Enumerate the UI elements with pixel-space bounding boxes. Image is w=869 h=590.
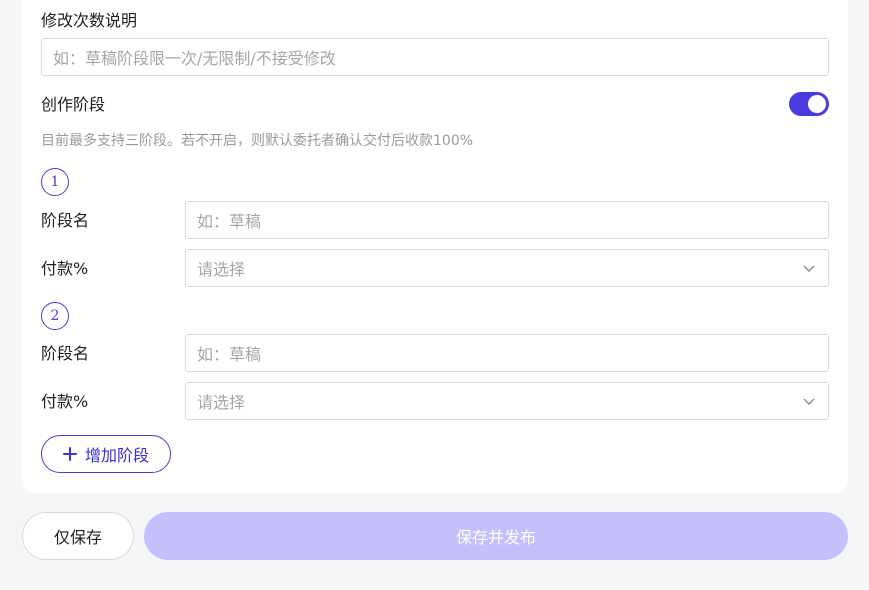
- revision-input[interactable]: 如：草稿阶段限一次/无限制/不接受修改: [41, 38, 829, 76]
- stage-2-payment-label: 付款%: [41, 392, 89, 411]
- save-and-publish-button[interactable]: 保存并发布: [144, 512, 848, 560]
- stage-1-name-input[interactable]: 如：草稿: [185, 201, 829, 239]
- stages-label: 创作阶段: [41, 95, 106, 114]
- stage-1-payment-label: 付款%: [41, 259, 89, 278]
- toggle-knob: [808, 95, 826, 113]
- chevron-down-icon: [803, 265, 815, 272]
- stage-2-payment-placeholder: 请选择: [197, 393, 246, 412]
- add-stage-button[interactable]: 增加阶段: [41, 435, 171, 473]
- stage-2-name-label: 阶段名: [41, 344, 90, 363]
- stage-2-name-placeholder: 如：草稿: [197, 345, 262, 364]
- save-only-button[interactable]: 仅保存: [22, 512, 134, 560]
- chevron-down-icon: [803, 398, 815, 405]
- stage-1-payment-select[interactable]: 请选择: [185, 249, 829, 287]
- form-card: 修改次数说明 如：草稿阶段限一次/无限制/不接受修改 创作阶段 目前最多支持三阶…: [22, 0, 848, 493]
- plus-icon: [62, 447, 77, 461]
- stage-1-name-placeholder: 如：草稿: [197, 212, 262, 231]
- stages-hint: 目前最多支持三阶段。若不开启，则默认委托者确认交付后收款100%: [41, 133, 474, 149]
- add-stage-label: 增加阶段: [84, 446, 149, 465]
- revision-placeholder: 如：草稿阶段限一次/无限制/不接受修改: [53, 49, 336, 68]
- stage-1-number: 1: [41, 168, 69, 196]
- revision-label: 修改次数说明: [41, 11, 138, 30]
- stage-1-name-label: 阶段名: [41, 211, 90, 230]
- stage-1-payment-placeholder: 请选择: [197, 260, 246, 279]
- stage-2-payment-select[interactable]: 请选择: [185, 382, 829, 420]
- stage-2-number: 2: [41, 302, 69, 330]
- stages-toggle[interactable]: [789, 92, 829, 116]
- stage-2-name-input[interactable]: 如：草稿: [185, 334, 829, 372]
